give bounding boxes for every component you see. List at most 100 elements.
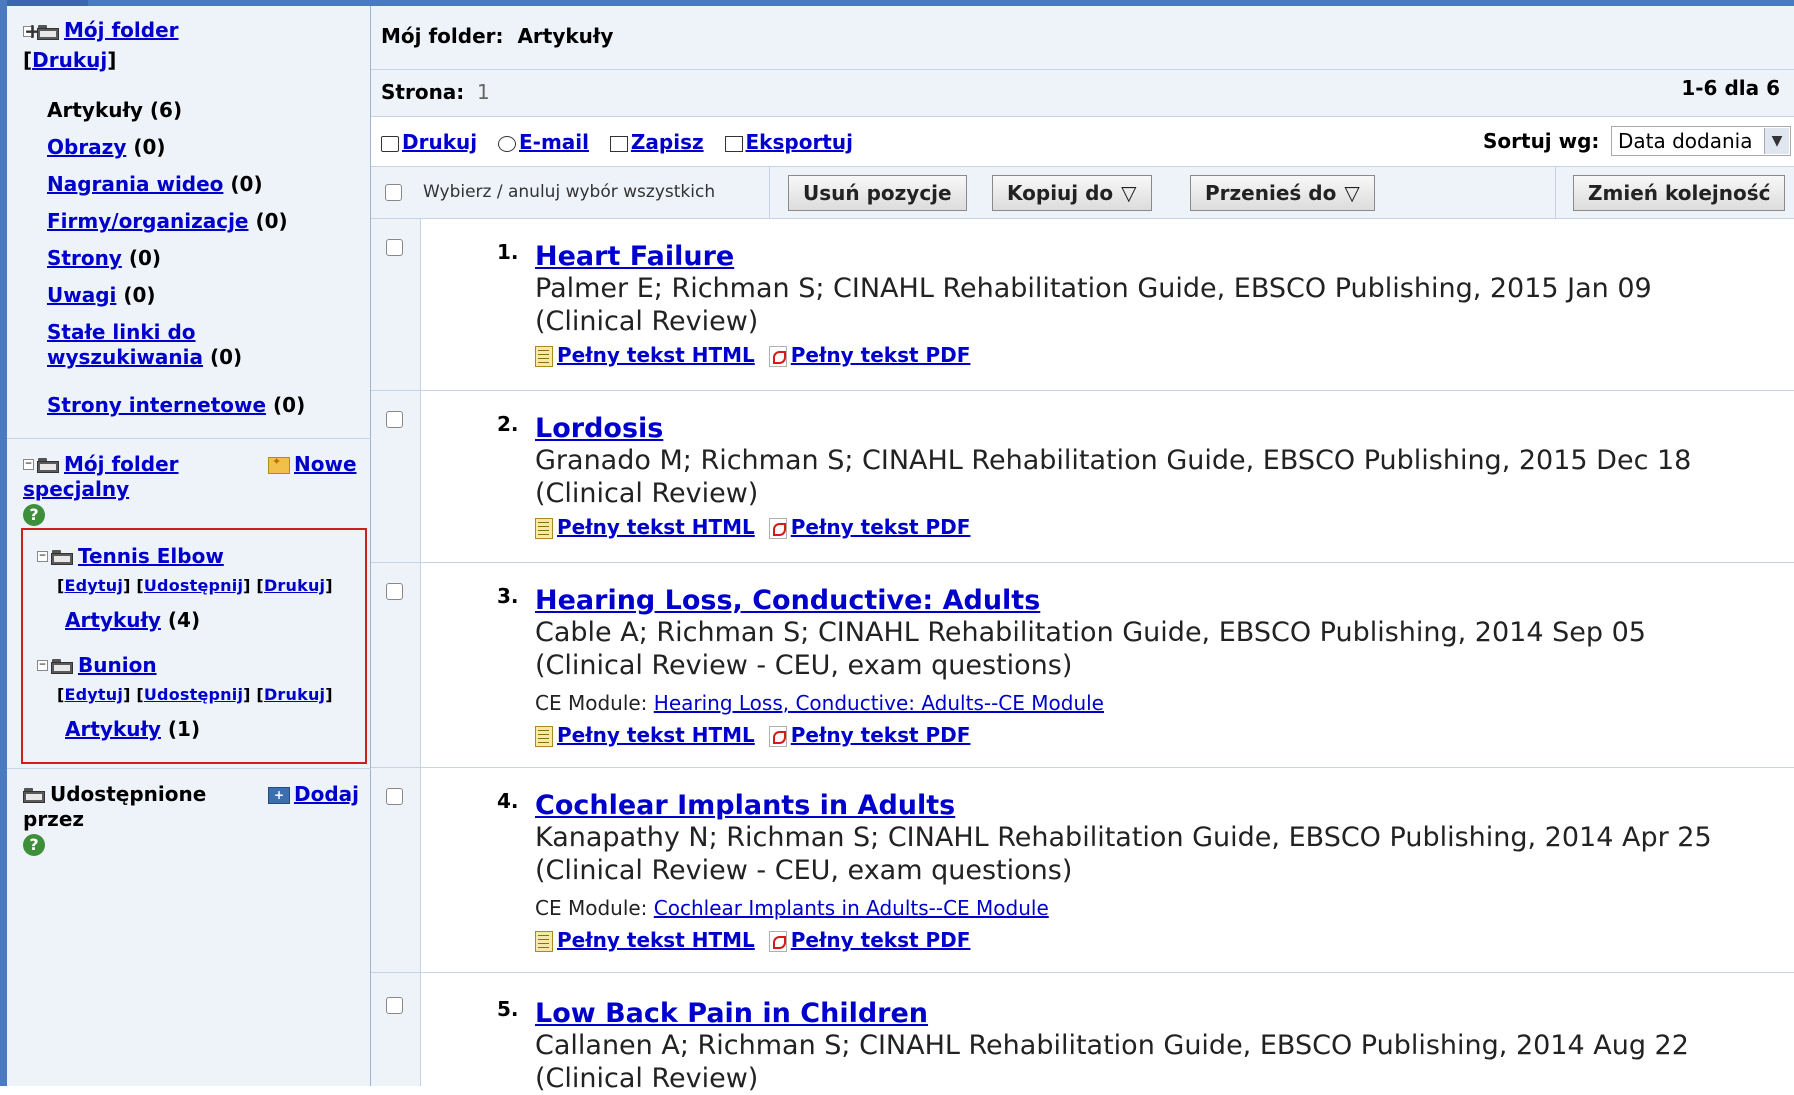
pdf-icon (768, 518, 787, 539)
collapse-icon[interactable]: − (23, 459, 34, 470)
fulltext-pdf-link[interactable]: Pełny tekst PDF (791, 343, 971, 367)
folder-icon (51, 550, 73, 565)
new-folder-button[interactable]: Nowe (268, 452, 357, 476)
result-checkbox[interactable] (386, 788, 403, 805)
fulltext-html-link[interactable]: Pełny tekst HTML (557, 515, 755, 539)
add-shared-link[interactable]: Dodaj (294, 782, 359, 806)
help-icon[interactable]: ? (23, 504, 45, 526)
sidebar-item-persistent-links[interactable]: Stałe linki do wyszukiwania (0) (47, 320, 242, 370)
special-folder-link[interactable]: Mój folder (64, 452, 179, 476)
result-title-link[interactable]: Cochlear Implants in Adults (535, 790, 955, 821)
result-type: (Clinical Review) (535, 306, 759, 337)
result-number: 5. (497, 997, 519, 1021)
help-icon[interactable]: ? (23, 834, 45, 856)
folder-icon (51, 659, 73, 674)
result-checkbox[interactable] (386, 411, 403, 428)
articles-link[interactable]: Artykuły (65, 608, 161, 632)
custom-folder-articles[interactable]: Artykuły (1) (65, 717, 200, 741)
result-citation: Cable A; Richman S; CINAHL Rehabilitatio… (535, 617, 1646, 648)
result-checkbox[interactable] (386, 239, 403, 256)
print-folder-link[interactable]: Drukuj (32, 48, 107, 72)
custom-folders-highlight: − Tennis Elbow [Edytuj] [Udostępnij] [Dru… (21, 528, 367, 764)
share-folder-link[interactable]: Udostępnij (144, 685, 243, 704)
fulltext-html-link[interactable]: Pełny tekst HTML (557, 343, 755, 367)
custom-folder-link[interactable]: Tennis Elbow (78, 544, 224, 568)
email-link[interactable]: E-mail (519, 130, 589, 154)
sidebar-item-label[interactable]: Strony internetowe (47, 393, 266, 417)
result-checkbox[interactable] (386, 583, 403, 600)
sidebar-item-label[interactable]: Uwagi (47, 283, 116, 307)
folder-sidebar: + Mój folder [Drukuj] Artykuły (6) Obrazy… (7, 6, 371, 1086)
export-link[interactable]: Eksportuj (746, 130, 853, 154)
sidebar-item-label[interactable]: Nagrania wideo (47, 172, 223, 196)
pdf-icon (768, 346, 787, 367)
special-folder-link-line2[interactable]: specjalny (23, 477, 129, 501)
sidebar-item-pages[interactable]: Strony (0) (47, 246, 161, 270)
result-title-link[interactable]: Hearing Loss, Conductive: Adults (535, 585, 1040, 616)
print-icon (381, 135, 399, 152)
sidebar-item-count: (0) (255, 209, 288, 233)
my-folder-link[interactable]: Mój folder (64, 18, 179, 42)
fulltext-html-link[interactable]: Pełny tekst HTML (557, 928, 755, 952)
sidebar-item-label[interactable]: Stałe linki do (47, 320, 196, 344)
print-folder-link[interactable]: Drukuj (264, 685, 325, 704)
sidebar-item-webpages[interactable]: Strony internetowe (0) (47, 393, 305, 417)
folder-icon (37, 458, 59, 473)
result-item: 2. Lordosis Granado M; Richman S; CINAHL… (371, 391, 1794, 563)
ce-module-link[interactable]: Cochlear Implants in Adults--CE Module (654, 896, 1049, 920)
copy-to-button[interactable]: Kopiuj do ▽ (992, 175, 1152, 211)
sidebar-item-companies[interactable]: Firmy/organizacje (0) (47, 209, 288, 233)
reorder-button[interactable]: Zmień kolejność (1573, 175, 1786, 211)
fulltext-html-link[interactable]: Pełny tekst HTML (557, 723, 755, 747)
fulltext-pdf-link[interactable]: Pełny tekst PDF (791, 515, 971, 539)
sort-select[interactable]: Data dodania ▼ (1611, 126, 1791, 156)
result-title-link[interactable]: Low Back Pain in Children (535, 998, 928, 1029)
articles-count: (1) (167, 717, 201, 741)
new-folder-icon (268, 455, 290, 474)
sidebar-item-images[interactable]: Obrazy (0) (47, 135, 166, 159)
result-type: (Clinical Review - CEU, exam questions) (535, 650, 1073, 681)
sidebar-item-count: (0) (209, 345, 243, 369)
collapse-icon[interactable]: − (37, 551, 48, 562)
result-title-link[interactable]: Lordosis (535, 413, 663, 444)
result-item: 4. Cochlear Implants in Adults Kanapathy… (371, 768, 1794, 973)
shared-title: Udostępnione (50, 782, 207, 806)
fulltext-pdf-link[interactable]: Pełny tekst PDF (791, 723, 971, 747)
articles-link[interactable]: Artykuły (65, 717, 161, 741)
custom-folder-articles[interactable]: Artykuły (4) (65, 608, 200, 632)
delete-items-button[interactable]: Usuń pozycje (788, 175, 967, 211)
sidebar-item-label[interactable]: Strony (47, 246, 122, 270)
sidebar-item-label[interactable]: Firmy/organizacje (47, 209, 248, 233)
result-range: 1-6 dla 6 (1681, 76, 1780, 100)
print-folder-link[interactable]: Drukuj (264, 576, 325, 595)
result-number: 2. (497, 412, 519, 436)
result-fulltext-links: Pełny tekst HTML Pełny tekst PDF (535, 515, 970, 539)
new-folder-link[interactable]: Nowe (294, 452, 357, 476)
ce-module-link[interactable]: Hearing Loss, Conductive: Adults--CE Mod… (654, 691, 1104, 715)
result-checkbox[interactable] (386, 997, 403, 1014)
sidebar-item-videos[interactable]: Nagrania wideo (0) (47, 172, 263, 196)
print-link[interactable]: Drukuj (402, 130, 477, 154)
toolbar-divider (1555, 167, 1556, 219)
sidebar-item-label[interactable]: Obrazy (47, 135, 126, 159)
move-to-label: Przenieś do (1205, 181, 1337, 205)
edit-folder-link[interactable]: Edytuj (65, 685, 124, 704)
move-to-button[interactable]: Przenieś do ▽ (1190, 175, 1375, 211)
result-meta: Kanapathy N; Richman S; CINAHL Rehabilit… (535, 821, 1775, 887)
result-title-link[interactable]: Heart Failure (535, 241, 734, 272)
collapse-icon[interactable]: − (37, 660, 48, 671)
custom-folder-link[interactable]: Bunion (78, 653, 157, 677)
sidebar-item-notes[interactable]: Uwagi (0) (47, 283, 156, 307)
select-all-checkbox[interactable] (385, 184, 402, 201)
sidebar-item-label-line2[interactable]: wyszukiwania (47, 345, 203, 369)
fulltext-pdf-link[interactable]: Pełny tekst PDF (791, 928, 971, 952)
expand-icon[interactable]: + (23, 21, 41, 41)
save-icon (609, 135, 628, 152)
html-document-icon (535, 726, 553, 747)
save-link[interactable]: Zapisz (631, 130, 704, 154)
edit-folder-link[interactable]: Edytuj (65, 576, 124, 595)
share-folder-link[interactable]: Udostępnij (144, 576, 243, 595)
add-shared-button[interactable]: + Dodaj (268, 782, 359, 806)
sidebar-item-articles[interactable]: Artykuły (6) (47, 98, 182, 122)
bulk-tools-bar: Wybierz / anuluj wybór wszystkich Usuń p… (371, 167, 1794, 219)
